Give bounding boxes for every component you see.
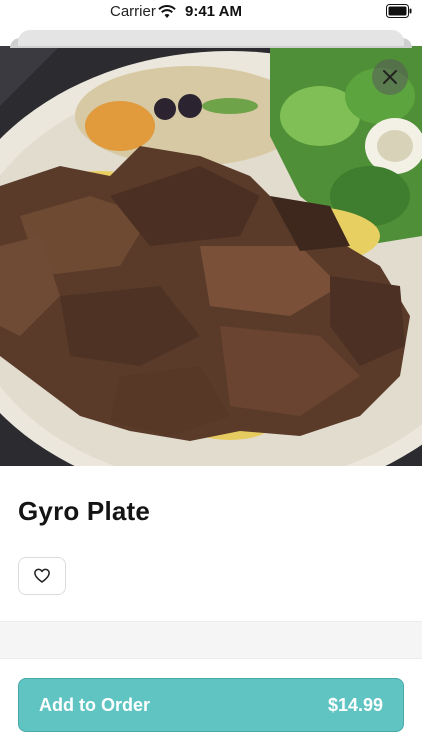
wifi-icon: [158, 5, 176, 18]
heart-icon: [34, 568, 50, 583]
sheet-handle-edge: [18, 30, 404, 46]
clock: 9:41 AM: [185, 3, 242, 20]
section-divider: [0, 621, 422, 659]
hero-image: [0, 46, 422, 466]
add-to-order-button[interactable]: Add to Order $14.99: [18, 678, 404, 732]
status-bar: Carrier 9:41 AM: [0, 0, 422, 24]
item-title: Gyro Plate: [18, 496, 151, 526]
gyro-plate-photo: [0, 46, 422, 466]
close-icon: [383, 70, 397, 84]
add-to-order-label: Add to Order: [39, 694, 150, 715]
item-price: $14.99: [327, 694, 383, 715]
close-button[interactable]: [372, 59, 408, 95]
battery-icon: [386, 4, 412, 18]
carrier-label: Carrier: [110, 3, 156, 20]
favorite-button[interactable]: [18, 557, 66, 595]
